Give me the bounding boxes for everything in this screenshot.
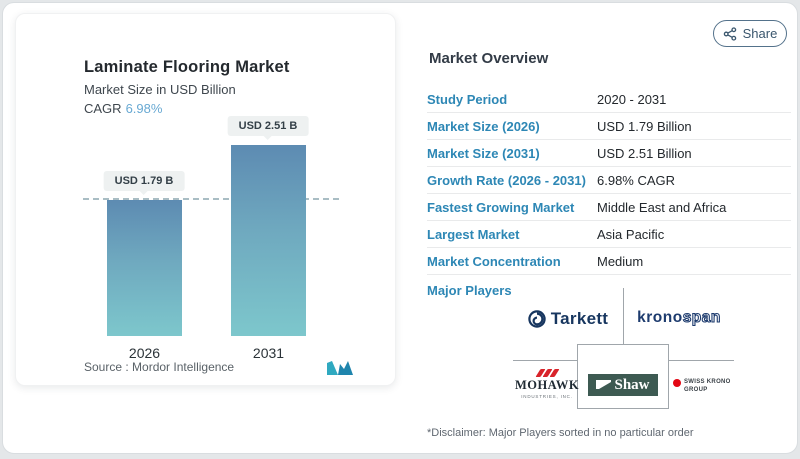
share-icon xyxy=(723,27,737,41)
kronospan-wordmark-solid: krono xyxy=(637,309,683,326)
overview-title: Market Overview xyxy=(429,50,548,67)
table-row: Fastest Growing Market Middle East and A… xyxy=(427,194,791,221)
cagr-value: 6.98% xyxy=(126,101,163,116)
disclaimer-text: *Disclaimer: Major Players sorted in no … xyxy=(427,427,694,439)
mohawk-subtext: INDUSTRIES, INC. xyxy=(508,394,586,399)
table-row: Largest Market Asia Pacific xyxy=(427,221,791,248)
cagr-line: CAGR 6.98% xyxy=(84,101,162,116)
chart-card: Laminate Flooring Market Market Size in … xyxy=(15,13,396,386)
bar-value-label-2031: USD 2.51 B xyxy=(228,116,309,136)
share-button[interactable]: Share xyxy=(713,20,787,47)
table-row: Study Period 2020 - 2031 xyxy=(427,86,791,113)
report-card: Share Laminate Flooring Market Market Si… xyxy=(2,2,798,454)
chart-subtitle: Market Size in USD Billion xyxy=(84,82,236,97)
row-value: 6.98% CAGR xyxy=(597,173,675,188)
row-value: USD 1.79 Billion xyxy=(597,119,692,134)
tarkett-wordmark: Tarkett xyxy=(551,309,609,329)
source-row: Source : Mordor Intelligence xyxy=(84,358,375,376)
row-label: Market Size (2031) xyxy=(427,146,597,161)
chart-title: Laminate Flooring Market xyxy=(84,58,290,77)
tarkett-logo: Tarkett xyxy=(516,306,620,332)
mohawk-logo: MOHAWK INDUSTRIES, INC. xyxy=(508,369,586,399)
row-label: Largest Market xyxy=(427,227,597,242)
mordor-intelligence-logo-icon xyxy=(327,361,353,375)
table-row: Market Size (2026) USD 1.79 Billion xyxy=(427,113,791,140)
share-label: Share xyxy=(743,26,778,41)
table-row: Market Concentration Medium xyxy=(427,248,791,275)
row-label: Growth Rate (2026 - 2031) xyxy=(427,173,597,188)
table-row: Growth Rate (2026 - 2031) 6.98% CAGR xyxy=(427,167,791,194)
bar-2026 xyxy=(107,200,182,336)
shaw-wordmark: Shaw xyxy=(614,377,649,394)
swiss-krono-icon xyxy=(673,379,681,387)
row-value: Asia Pacific xyxy=(597,227,664,242)
table-row: Market Size (2031) USD 2.51 Billion xyxy=(427,140,791,167)
overview-table: Study Period 2020 - 2031 Market Size (20… xyxy=(427,86,791,275)
row-label: Market Concentration xyxy=(427,254,597,269)
row-value: 2020 - 2031 xyxy=(597,92,666,107)
shaw-swoosh-icon xyxy=(596,379,612,391)
kronospan-logo: kronospan xyxy=(627,309,731,327)
bar-value-label-2026: USD 1.79 B xyxy=(104,171,185,191)
row-label: Fastest Growing Market xyxy=(427,200,597,215)
bar-2031 xyxy=(231,145,306,336)
tarkett-icon xyxy=(528,310,546,328)
grid-divider xyxy=(513,360,577,361)
row-label: Study Period xyxy=(427,92,597,107)
row-label: Market Size (2026) xyxy=(427,119,597,134)
shaw-logo: Shaw xyxy=(588,374,658,396)
kronospan-wordmark-outline: span xyxy=(683,309,721,326)
swiss-krono-wordmark: SWISS KRONO GROUP xyxy=(684,378,731,394)
source-value: Mordor Intelligence xyxy=(132,360,234,374)
cagr-label: CAGR xyxy=(84,101,122,116)
grid-divider xyxy=(669,360,734,361)
mohawk-chevrons-icon xyxy=(508,369,586,377)
swiss-krono-logo: SWISS KRONO GROUP xyxy=(673,378,743,394)
source-label: Source : xyxy=(84,360,129,374)
row-value: Middle East and Africa xyxy=(597,200,726,215)
major-players-label: Major Players xyxy=(427,283,512,298)
mohawk-wordmark: MOHAWK xyxy=(508,378,586,393)
grid-divider xyxy=(623,288,624,344)
row-value: Medium xyxy=(597,254,643,269)
row-value: USD 2.51 Billion xyxy=(597,146,692,161)
